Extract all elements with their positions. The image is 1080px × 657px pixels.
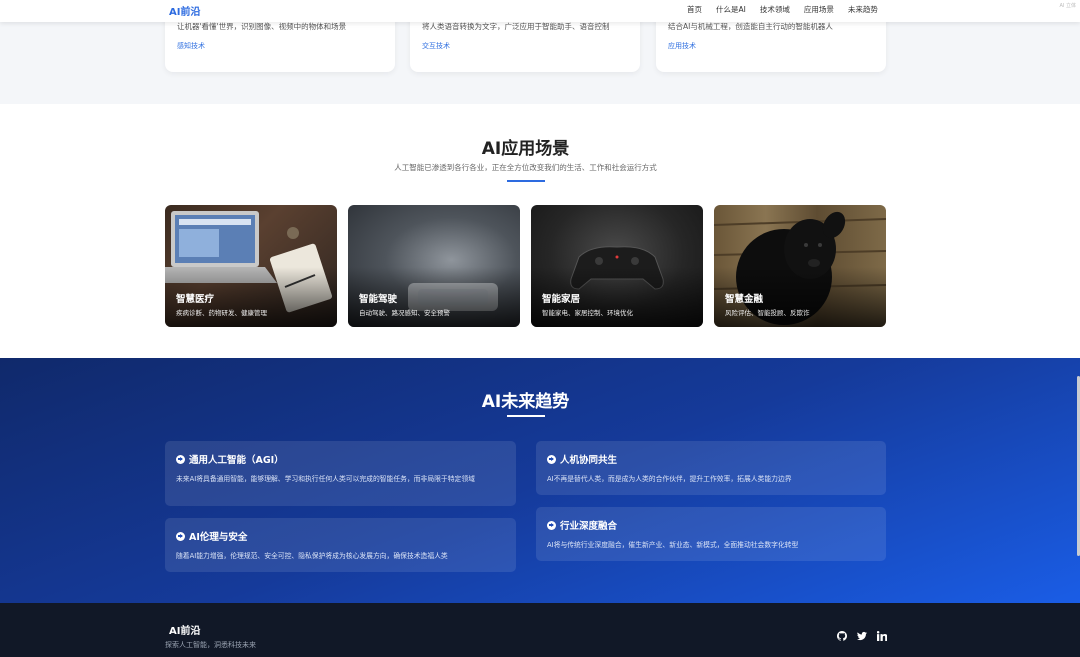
trend-card-title: AI伦理与安全 [189, 532, 248, 543]
nav-link-tech[interactable]: 技术领域 [760, 4, 790, 15]
tech-card-desc: 结合AI与机械工程，创造能自主行动的智能机器人 [668, 22, 833, 31]
scenario-card-title: 智慧金融 [725, 294, 764, 305]
trend-card-text: 未来AI将具备通用智能，能够理解、学习和执行任何人类可以完成的智能任务，而非局限… [176, 475, 475, 483]
scenario-card-subtitle: 风险评估、智能投顾、反欺诈 [725, 309, 810, 317]
nav-links: 首页 什么是AI 技术领域 应用场景 未来趋势 [687, 4, 878, 15]
github-icon[interactable] [836, 630, 848, 642]
scenarios-title-underline [507, 180, 545, 182]
scenarios-title: AI应用场景 [481, 139, 570, 159]
nav-faint-text: AI 立体 [1059, 3, 1077, 9]
trends-title: AI未来趋势 [481, 392, 570, 412]
trend-card-header: 通用人工智能（AGI） [176, 452, 284, 466]
trend-card-integration[interactable]: 行业深度融合 AI将与传统行业深度融合，催生新产业、新业态、新模式，全面推动社会… [536, 507, 886, 561]
scenarios-section: AI应用场景 人工智能已渗透到各行各业，正在全方位改变我们的生活、工作和社会运行… [0, 104, 1080, 358]
scenario-card-title: 智能家居 [542, 294, 581, 305]
scenario-card-subtitle: 智能家电、家居控制、环境优化 [542, 309, 633, 317]
trend-card-title: 通用人工智能（AGI） [189, 455, 284, 466]
tech-card-desc: 让机器'看懂'世界，识别图像、视频中的物体和场景 [177, 22, 347, 31]
scenario-card-medical[interactable]: 智慧医疗 疾病诊断、药物研发、健康管理 [165, 205, 337, 327]
arrow-circle-icon [176, 531, 185, 541]
footer-slogan: 探索人工智能，洞悉科技未来 [165, 641, 256, 649]
twitter-icon[interactable] [856, 630, 868, 642]
scenario-card-driving[interactable]: 智能驾驶 自动驾驶、路况感知、安全预警 [348, 205, 520, 327]
trend-card-header: 人机协同共生 [547, 452, 617, 466]
scenario-card-subtitle: 自动驾驶、路况感知、安全预警 [359, 309, 450, 317]
scenario-card-title: 智能驾驶 [359, 294, 398, 305]
trend-card-title: 行业深度融合 [560, 521, 618, 532]
footer-logo[interactable]: AI前沿 [169, 622, 200, 637]
tech-card-tag[interactable]: 交互技术 [422, 41, 450, 51]
linkedin-icon[interactable] [876, 630, 888, 642]
arrow-circle-icon [547, 454, 556, 464]
scenario-card-subtitle: 疾病诊断、药物研发、健康管理 [176, 309, 267, 317]
trend-card-title: 人机协同共生 [560, 455, 618, 466]
scenario-card-title: 智慧医疗 [176, 294, 215, 305]
trend-card-agi[interactable]: 通用人工智能（AGI） 未来AI将具备通用智能，能够理解、学习和执行任何人类可以… [165, 441, 516, 506]
trends-title-underline [507, 415, 545, 417]
trends-section: AI未来趋势 通用人工智能（AGI） 未来AI将具备通用智能，能够理解、学习和执… [0, 358, 1080, 603]
arrow-circle-icon [176, 454, 185, 464]
tech-card-tag[interactable]: 感知技术 [177, 41, 205, 51]
scenario-card-finance[interactable]: 智慧金融 风险评估、智能投顾、反欺诈 [714, 205, 886, 327]
arrow-circle-icon [547, 520, 556, 530]
tech-card-tag[interactable]: 应用技术 [668, 41, 696, 51]
site-footer: AI前沿 探索人工智能，洞悉科技未来 [0, 603, 1080, 657]
trend-card-text: 随着AI能力增强，伦理规范、安全可控、隐私保护将成为核心发展方向，确保技术造福人… [176, 552, 448, 560]
nav-link-trends[interactable]: 未来趋势 [848, 4, 878, 15]
nav-logo[interactable]: AI前沿 [169, 3, 200, 18]
nav-link-home[interactable]: 首页 [687, 4, 702, 15]
top-navbar: AI前沿 首页 什么是AI 技术领域 应用场景 未来趋势 AI 立体 [0, 0, 1080, 22]
trend-card-text: AI将与传统行业深度融合，催生新产业、新业态、新模式，全面推动社会数字化转型 [547, 541, 799, 549]
tech-card-desc: 将人类语音转换为文字，广泛应用于智能助手、语音控制 [422, 22, 610, 31]
scenario-card-home[interactable]: 智能家居 智能家电、家居控制、环境优化 [531, 205, 703, 327]
nav-link-what-is-ai[interactable]: 什么是AI [716, 4, 746, 15]
nav-link-scenarios[interactable]: 应用场景 [804, 4, 834, 15]
trend-card-header: 行业深度融合 [547, 518, 617, 532]
trend-card-header: AI伦理与安全 [176, 529, 247, 543]
trend-card-ethics[interactable]: AI伦理与安全 随着AI能力增强，伦理规范、安全可控、隐私保护将成为核心发展方向… [165, 518, 516, 572]
scenarios-subtitle: 人工智能已渗透到各行各业，正在全方位改变我们的生活、工作和社会运行方式 [394, 163, 657, 172]
trend-card-text: AI不再是替代人类，而是成为人类的合作伙伴，提升工作效率，拓展人类能力边界 [547, 475, 792, 483]
trend-card-collaboration[interactable]: 人机协同共生 AI不再是替代人类，而是成为人类的合作伙伴，提升工作效率，拓展人类… [536, 441, 886, 495]
